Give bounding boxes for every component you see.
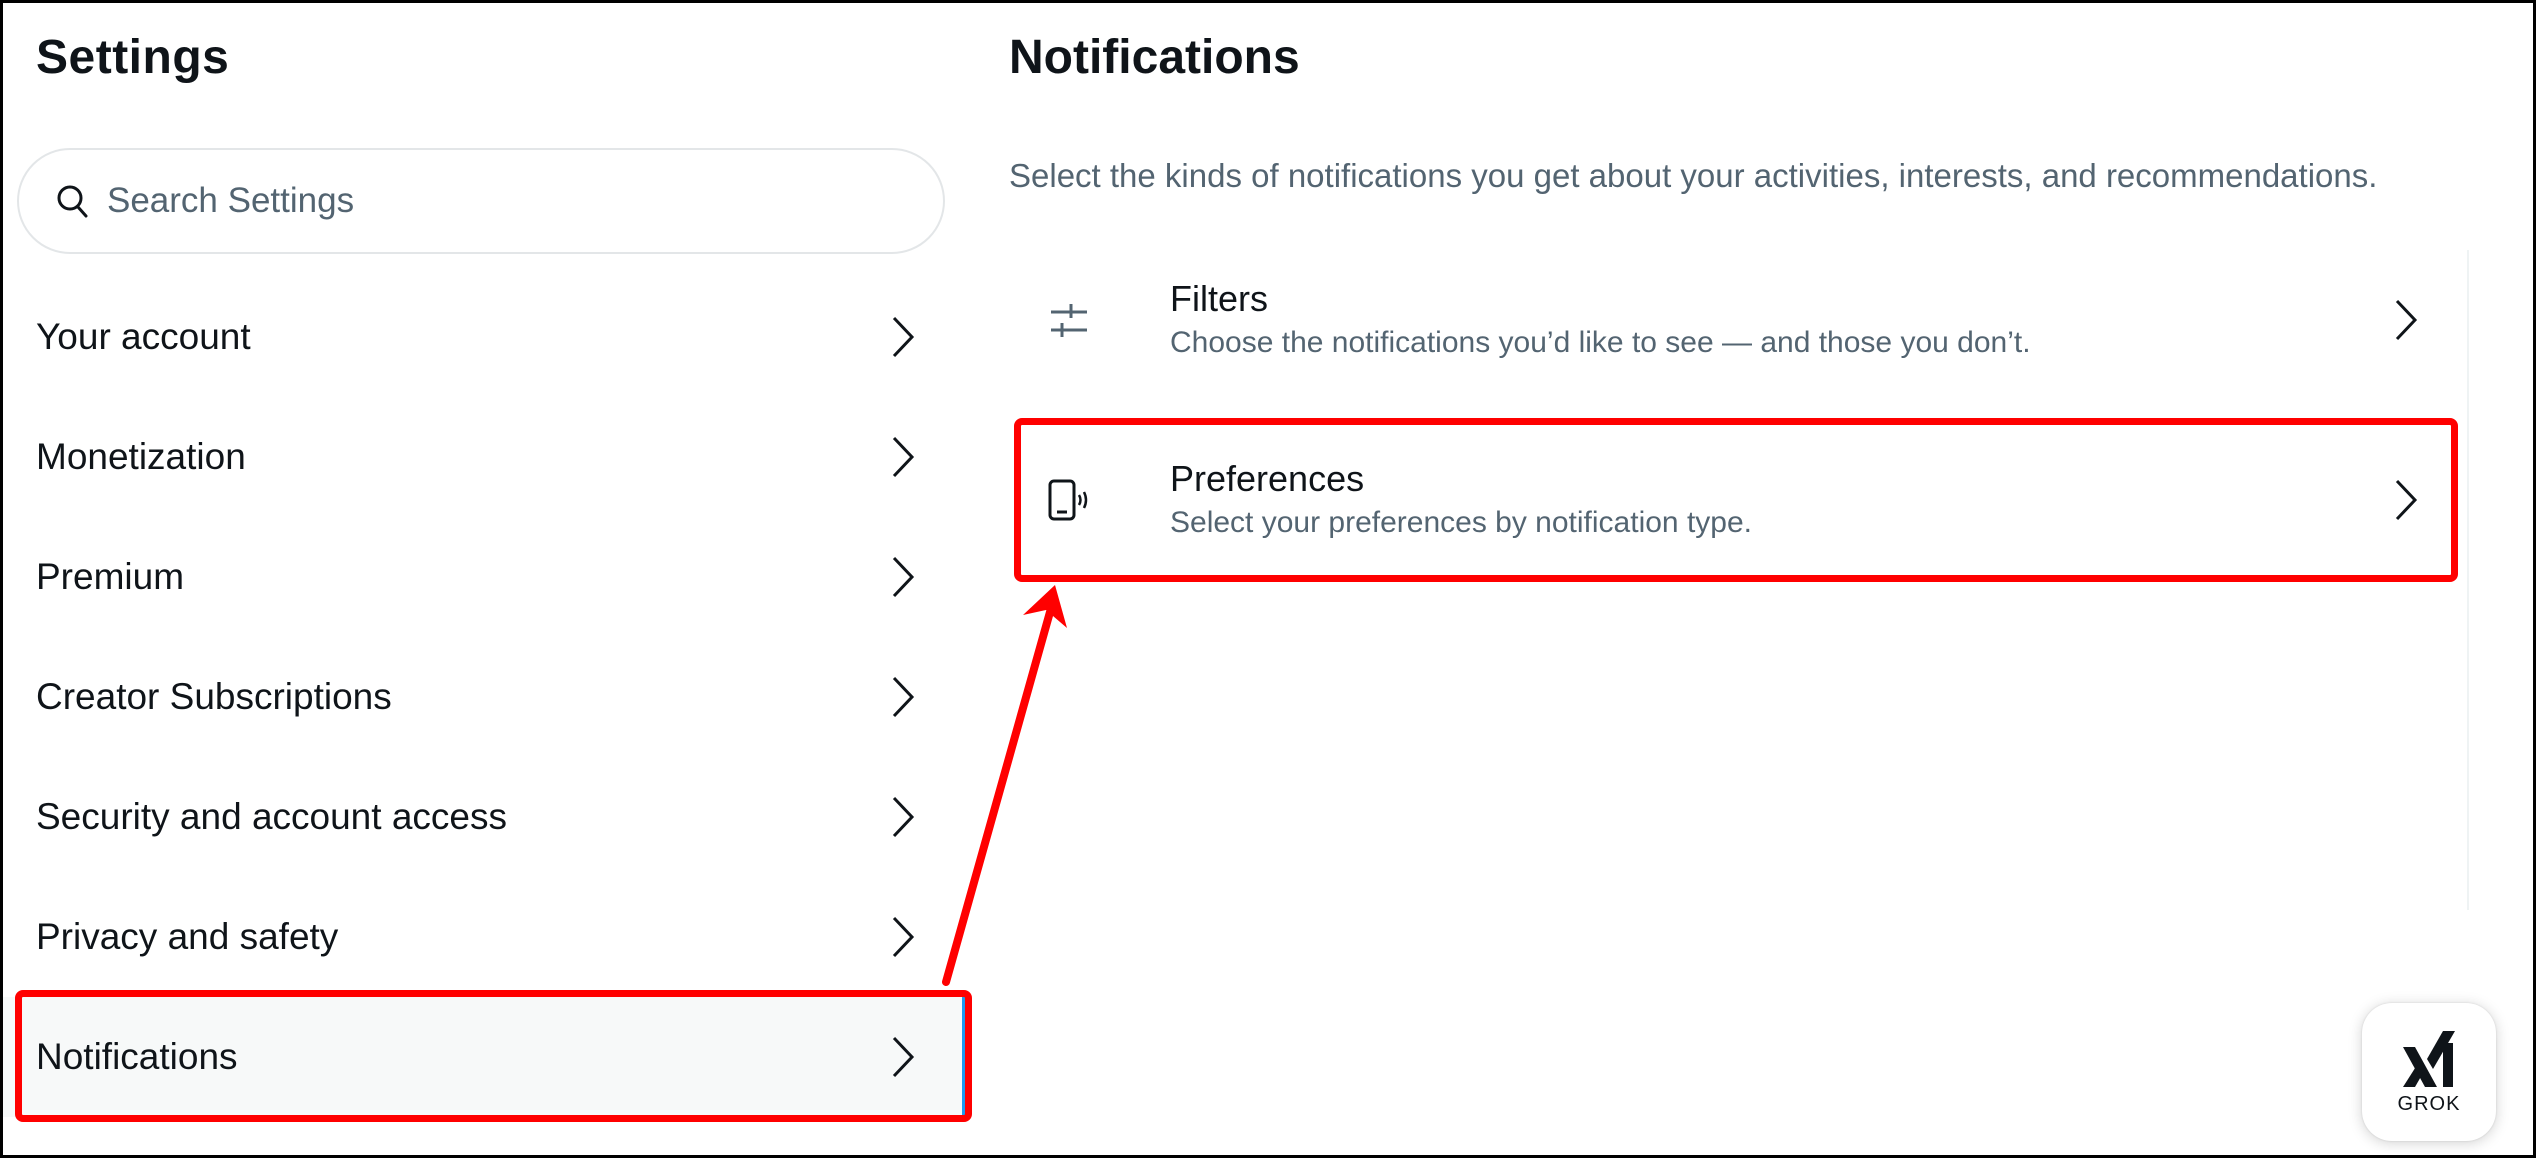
search-icon xyxy=(53,182,91,220)
preferences-subtitle: Select your preferences by notification … xyxy=(1170,506,1752,539)
chevron-right-icon xyxy=(2395,479,2418,521)
chevron-right-icon xyxy=(892,1036,915,1078)
sidebar-item-label: Notifications xyxy=(36,1036,238,1077)
chevron-right-icon xyxy=(892,556,915,598)
sidebar-item-notifications[interactable]: Notifications xyxy=(3,997,965,1117)
search-input[interactable] xyxy=(105,180,869,222)
grok-button[interactable]: GROK xyxy=(2362,1003,2496,1141)
sidebar-item-label: Creator Subscriptions xyxy=(36,676,392,717)
filters-icon xyxy=(1045,296,1093,344)
filters-title: Filters xyxy=(1170,278,1268,319)
sidebar-item-monetization[interactable]: Monetization xyxy=(3,397,965,517)
filters-subtitle: Choose the notifications you’d like to s… xyxy=(1170,326,2031,359)
sidebar-item-premium[interactable]: Premium xyxy=(3,517,965,637)
preferences-row[interactable]: Preferences Select your preferences by n… xyxy=(1015,420,2455,580)
chevron-right-icon xyxy=(892,436,915,478)
page-title: Notifications xyxy=(1009,31,1300,84)
settings-title: Settings xyxy=(36,31,230,84)
grok-label: GROK xyxy=(2397,1092,2461,1115)
sidebar-item-creator-subscriptions[interactable]: Creator Subscriptions xyxy=(3,637,965,757)
arrow-head xyxy=(1023,585,1067,628)
phone-vibrate-icon xyxy=(1045,476,1093,524)
column-divider xyxy=(2467,250,2469,910)
page-description: Select the kinds of notifications you ge… xyxy=(1009,157,2378,194)
filters-row[interactable]: Filters Choose the notifications you’d l… xyxy=(1015,240,2455,400)
chevron-right-icon xyxy=(892,916,915,958)
sidebar-item-label: Privacy and safety xyxy=(36,916,339,957)
sidebar-item-label: Your account xyxy=(36,316,251,357)
sidebar-item-your-account[interactable]: Your account xyxy=(3,277,965,397)
sidebar-item-privacy[interactable]: Privacy and safety xyxy=(3,877,965,997)
search-settings-field[interactable] xyxy=(17,148,945,254)
sidebar-item-security[interactable]: Security and account access xyxy=(3,757,965,877)
xai-logo-icon xyxy=(2403,1030,2455,1087)
chevron-right-icon xyxy=(892,316,915,358)
chevron-right-icon xyxy=(2395,299,2418,341)
sidebar-item-label: Security and account access xyxy=(36,796,507,837)
chevron-right-icon xyxy=(892,796,915,838)
sidebar-item-label: Monetization xyxy=(36,436,246,477)
preferences-title: Preferences xyxy=(1170,458,1365,499)
chevron-right-icon xyxy=(892,676,915,718)
sidebar-item-label: Premium xyxy=(36,556,185,597)
